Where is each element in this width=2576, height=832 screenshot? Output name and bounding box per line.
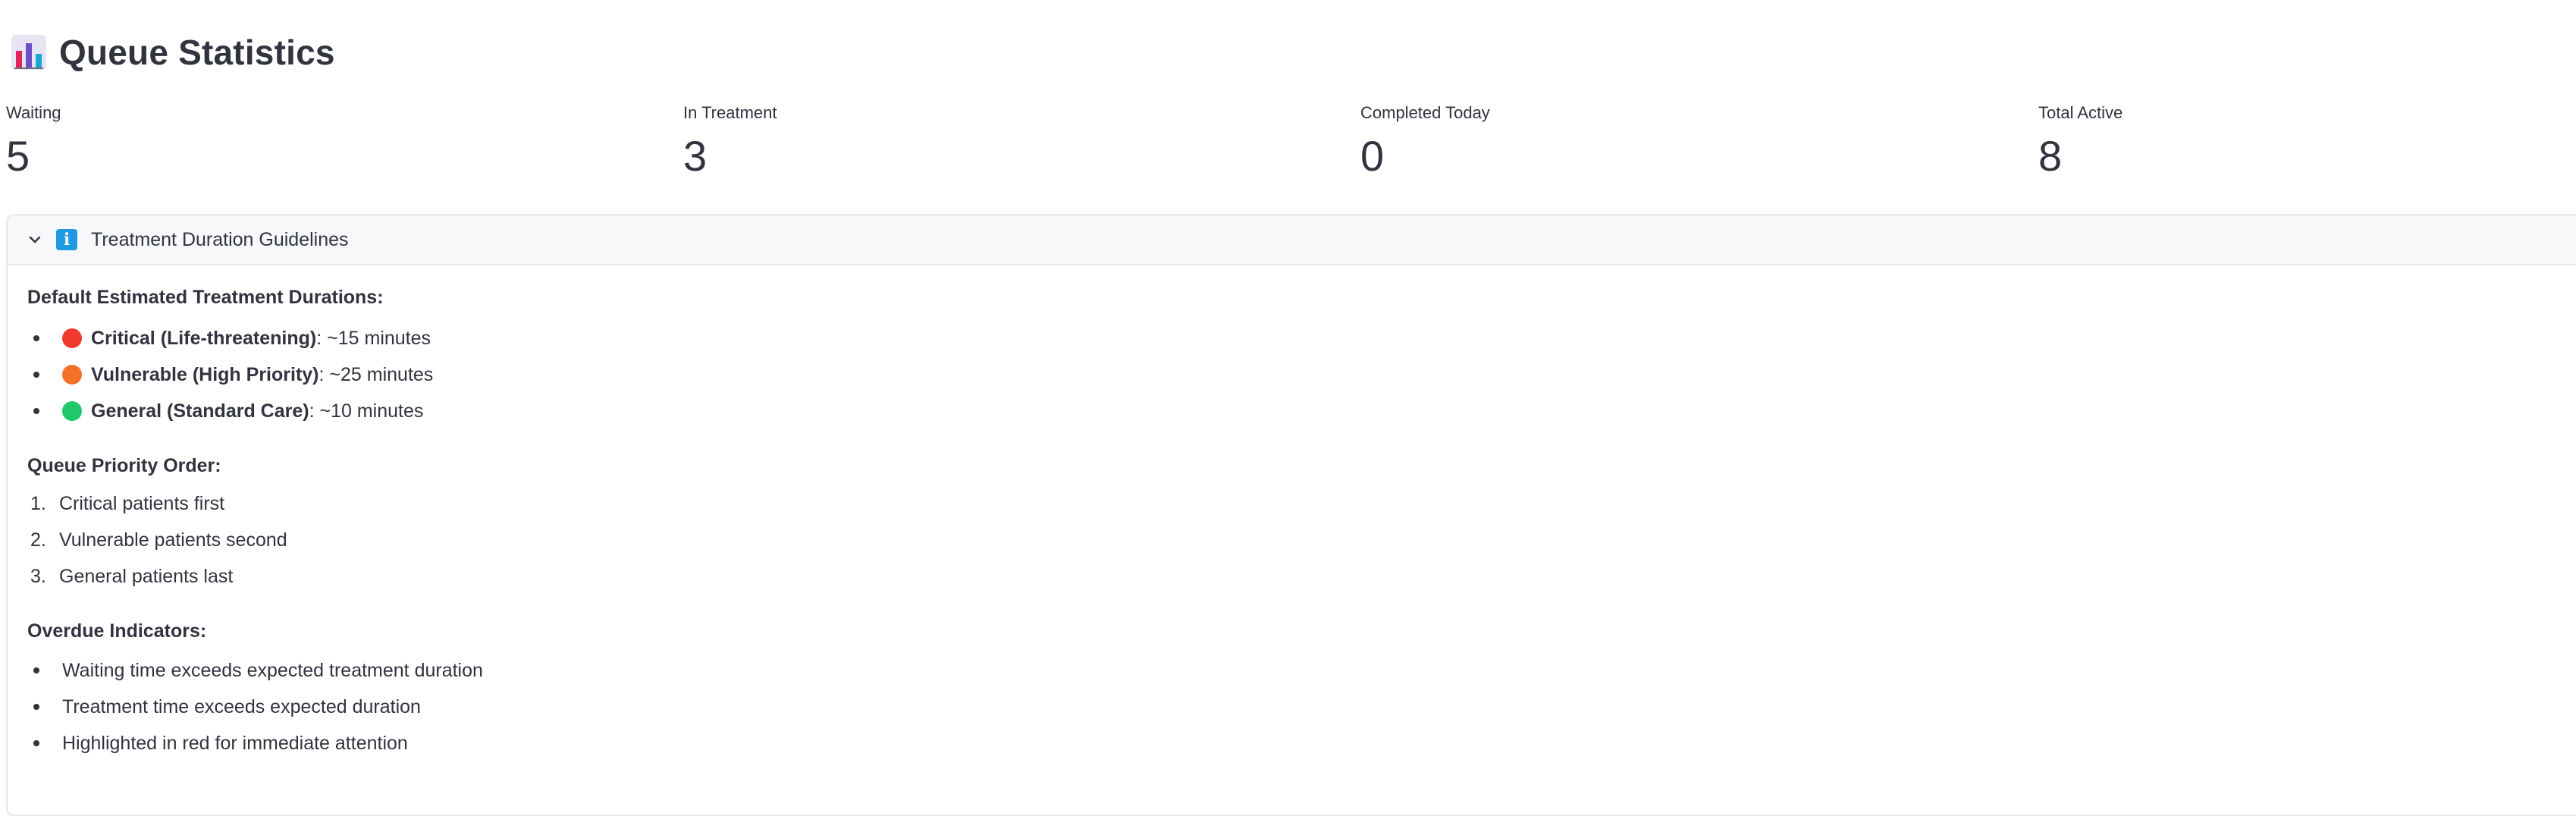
duration-label: Vulnerable (High Priority): [91, 363, 319, 385]
page-header: Queue Statistics: [11, 32, 335, 73]
bullet-icon: [33, 740, 39, 746]
metric-label: Completed Today: [1360, 103, 1490, 122]
metric-in-treatment: In Treatment 3: [683, 102, 1290, 181]
list-item: Critical (Life-threatening) : ~15 minute…: [27, 325, 431, 352]
list-item: Treatment time exceeds expected duration: [27, 693, 421, 721]
metric-label: Waiting: [6, 103, 61, 122]
duration-label: General (Standard Care): [91, 400, 309, 422]
priority-heading: Queue Priority Order:: [27, 455, 221, 476]
list-item: 1. Critical patients first: [27, 490, 224, 517]
list-number: 2.: [30, 529, 46, 551]
priority-text: General patients last: [59, 565, 234, 587]
list-item: Waiting time exceeds expected treatment …: [27, 657, 483, 684]
bullet-icon: [33, 667, 39, 673]
duration-value: : ~25 minutes: [318, 363, 434, 385]
metric-total-active: Total Active 8: [2038, 102, 2576, 181]
bullet-icon: [33, 408, 39, 414]
metric-waiting: Waiting 5: [6, 102, 613, 181]
metric-label: Total Active: [2038, 103, 2123, 122]
duration-label: Critical (Life-threatening): [91, 327, 317, 349]
orange-circle-icon: [62, 365, 82, 385]
metric-value: 8: [2038, 132, 2063, 180]
priority-text: Vulnerable patients second: [59, 529, 287, 551]
expander-header[interactable]: i Treatment Duration Guidelines: [8, 215, 2576, 265]
metric-label: In Treatment: [683, 103, 777, 122]
metric-completed-today: Completed Today 0: [1360, 102, 1967, 181]
duration-value: : ~15 minutes: [316, 327, 431, 349]
duration-value: : ~10 minutes: [309, 400, 424, 422]
list-item: 3. General patients last: [27, 563, 233, 590]
overdue-text: Treatment time exceeds expected duration: [62, 695, 421, 717]
list-item: 2. Vulnerable patients second: [27, 526, 287, 554]
metric-value: 0: [1360, 132, 1385, 180]
expander-title: Treatment Duration Guidelines: [91, 228, 349, 250]
overdue-text: Waiting time exceeds expected treatment …: [62, 659, 483, 681]
overdue-heading: Overdue Indicators:: [27, 620, 207, 642]
overdue-text: Highlighted in red for immediate attenti…: [62, 732, 408, 754]
metrics-row: Waiting 5 In Treatment 3 Completed Today…: [6, 102, 2576, 185]
bullet-icon: [33, 704, 39, 710]
list-item: General (Standard Care) : ~10 minutes: [27, 397, 423, 425]
chevron-down-icon: [29, 236, 41, 243]
red-circle-icon: [62, 328, 82, 348]
metric-value: 5: [6, 132, 30, 180]
bar-chart-icon: [11, 35, 46, 70]
priority-text: Critical patients first: [59, 492, 225, 514]
page-title: Queue Statistics: [59, 33, 335, 72]
metric-value: 3: [683, 132, 708, 180]
bullet-icon: [33, 335, 39, 341]
list-number: 1.: [30, 492, 46, 514]
green-circle-icon: [62, 401, 82, 421]
information-icon: i: [56, 229, 77, 250]
treatment-guidelines-expander: i Treatment Duration Guidelines Default …: [6, 214, 2576, 816]
list-number: 3.: [30, 565, 46, 587]
bullet-icon: [33, 372, 39, 378]
durations-heading: Default Estimated Treatment Durations:: [27, 287, 384, 308]
list-item: Highlighted in red for immediate attenti…: [27, 730, 408, 757]
list-item: Vulnerable (High Priority) : ~25 minutes: [27, 361, 433, 388]
